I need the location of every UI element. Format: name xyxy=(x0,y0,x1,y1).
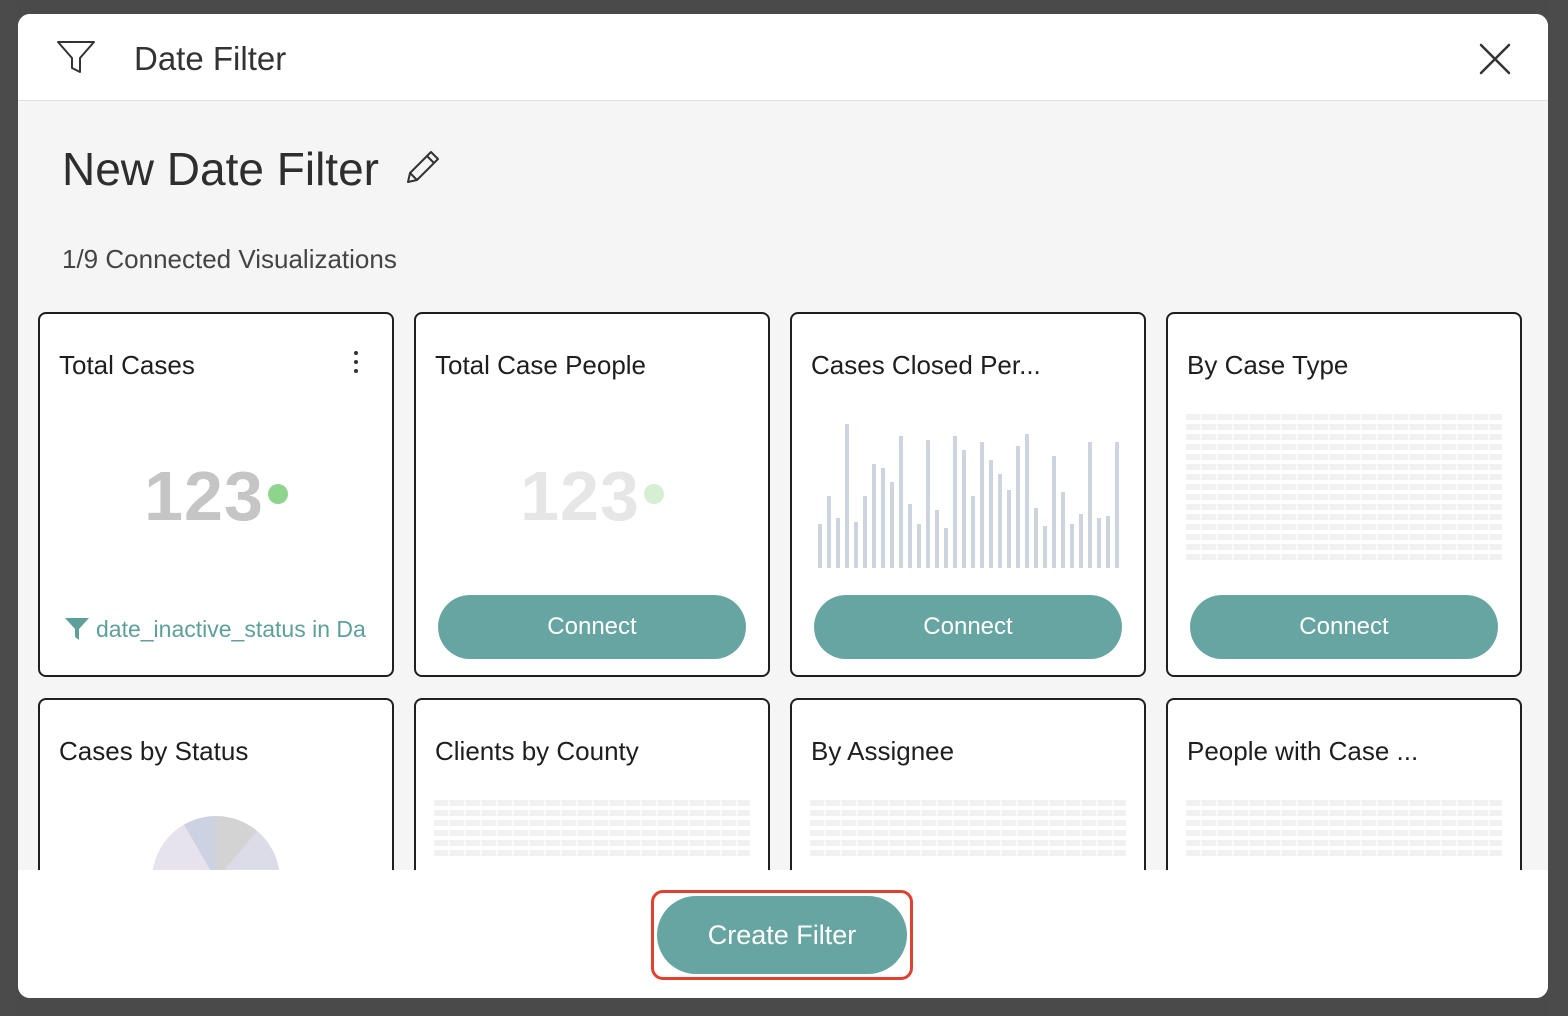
modal-header: Date Filter xyxy=(18,14,1548,101)
connect-button[interactable]: Connect xyxy=(438,595,746,659)
preview-bar xyxy=(926,440,930,568)
visualization-card-total-cases[interactable]: Total Cases 123 date_inactive_status in … xyxy=(38,312,394,677)
preview-bar xyxy=(1115,442,1119,568)
preview-bar xyxy=(908,504,912,568)
applied-filter-tag: date_inactive_status in Da xyxy=(64,616,366,643)
preview-bar xyxy=(971,496,975,568)
table-preview xyxy=(434,800,750,872)
table-preview xyxy=(1186,800,1502,872)
visualization-card-cases-by-status: Cases by Status xyxy=(38,698,394,872)
preview-bar xyxy=(1061,492,1065,568)
preview-bar xyxy=(989,460,993,568)
close-icon[interactable] xyxy=(1478,42,1512,76)
card-title: By Assignee xyxy=(811,736,955,766)
visualization-card-people-with-case: People with Case ... xyxy=(1166,698,1522,872)
table-preview xyxy=(1186,414,1502,572)
status-dot xyxy=(643,483,664,504)
preview-bar xyxy=(836,518,840,568)
preview-bar xyxy=(1007,490,1011,568)
visualization-card-total-case-people: Total Case People 123 Connect xyxy=(414,312,770,677)
preview-bar xyxy=(917,524,921,568)
create-filter-button[interactable]: Create Filter xyxy=(657,896,907,974)
preview-bar xyxy=(962,450,966,568)
metric-preview: 123 xyxy=(40,456,392,536)
modal-title: Date Filter xyxy=(134,40,287,77)
card-title: Total Cases xyxy=(59,350,195,380)
preview-bar xyxy=(890,482,894,568)
preview-bar xyxy=(845,424,849,568)
card-title: Cases by Status xyxy=(59,736,249,766)
card-title: People with Case ... xyxy=(1187,736,1419,766)
preview-bar xyxy=(998,474,1002,568)
modal-footer: Create Filter xyxy=(18,870,1548,998)
preview-bar xyxy=(863,496,867,568)
preview-bar xyxy=(1079,514,1083,568)
preview-bar xyxy=(854,522,858,568)
edit-pencil-icon[interactable] xyxy=(402,146,444,188)
metric-preview: 123 xyxy=(416,456,768,536)
preview-bar xyxy=(944,528,948,568)
visualization-card-cases-closed: Cases Closed Per... Connect xyxy=(790,312,1146,677)
filter-tag-text: date_inactive_status in Da xyxy=(96,616,366,642)
preview-bar xyxy=(899,436,903,568)
filter-name-heading: New Date Filter xyxy=(62,143,379,195)
pie-chart-preview xyxy=(152,816,280,872)
connect-button[interactable]: Connect xyxy=(1190,595,1498,659)
connected-visualizations-count: 1/9 Connected Visualizations xyxy=(62,244,397,274)
preview-bar xyxy=(1097,518,1101,568)
preview-bar xyxy=(1016,446,1020,568)
bar-chart-preview xyxy=(818,424,1119,568)
card-title: Total Case People xyxy=(435,350,647,380)
preview-bar xyxy=(827,496,831,568)
background-right-edge xyxy=(1548,0,1568,1016)
background-left-edge xyxy=(0,0,18,1016)
card-title: Clients by County xyxy=(435,736,639,766)
visualization-card-clients-by-county: Clients by County xyxy=(414,698,770,872)
metric-value: 123 xyxy=(144,457,264,535)
status-dot xyxy=(267,483,288,504)
filter-funnel-icon xyxy=(65,617,89,640)
visualization-card-by-assignee: By Assignee xyxy=(790,698,1146,872)
date-filter-modal: Date Filter New Date Filter 1/9 Connecte… xyxy=(18,14,1548,998)
preview-bar xyxy=(872,464,876,568)
filter-icon xyxy=(57,41,95,73)
preview-bar xyxy=(935,510,939,568)
more-options-icon[interactable] xyxy=(350,348,362,378)
preview-bar xyxy=(1043,526,1047,568)
table-preview xyxy=(810,800,1126,872)
preview-bar xyxy=(1088,442,1092,568)
preview-bar xyxy=(1106,516,1110,568)
preview-bar xyxy=(881,468,885,568)
preview-bar xyxy=(953,436,957,568)
preview-bar xyxy=(1025,434,1029,568)
visualization-card-by-case-type: By Case Type Connect xyxy=(1166,312,1522,677)
preview-bar xyxy=(1034,508,1038,568)
preview-bar xyxy=(980,442,984,568)
preview-bar xyxy=(818,524,822,568)
connect-button[interactable]: Connect xyxy=(814,595,1122,659)
card-title: By Case Type xyxy=(1187,350,1349,380)
preview-bar xyxy=(1052,456,1056,568)
visualizations-grid: Total Cases 123 date_inactive_status in … xyxy=(38,312,1528,872)
preview-bar xyxy=(1070,524,1074,568)
metric-value: 123 xyxy=(520,457,640,535)
card-title: Cases Closed Per... xyxy=(811,350,1041,380)
